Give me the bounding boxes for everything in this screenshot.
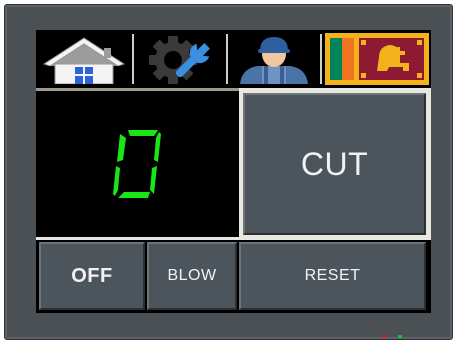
house-icon: [42, 37, 126, 84]
worker-icon: [240, 37, 308, 84]
tab-operator[interactable]: [228, 30, 320, 88]
tab-settings[interactable]: [134, 30, 226, 88]
hmi-screen: 0 CUT OFF BLOW RESET: [36, 30, 431, 313]
counter-digit: 0: [112, 130, 161, 200]
gear-wrench-icon: [149, 36, 210, 84]
tab-bar: [36, 30, 431, 91]
blow-button[interactable]: BLOW: [147, 242, 237, 310]
tab-language[interactable]: [322, 30, 431, 88]
counter-display: 0: [36, 91, 239, 237]
green-status-led: [398, 335, 402, 338]
reset-button[interactable]: RESET: [239, 242, 426, 310]
bottom-divider: [36, 237, 431, 240]
off-button[interactable]: OFF: [39, 242, 145, 310]
cut-button[interactable]: CUT: [243, 93, 426, 235]
tab-home[interactable]: [36, 30, 132, 88]
red-status-led: [382, 335, 386, 338]
sri-lanka-flag-icon: [324, 33, 429, 85]
counter-value: 0: [138, 199, 139, 200]
